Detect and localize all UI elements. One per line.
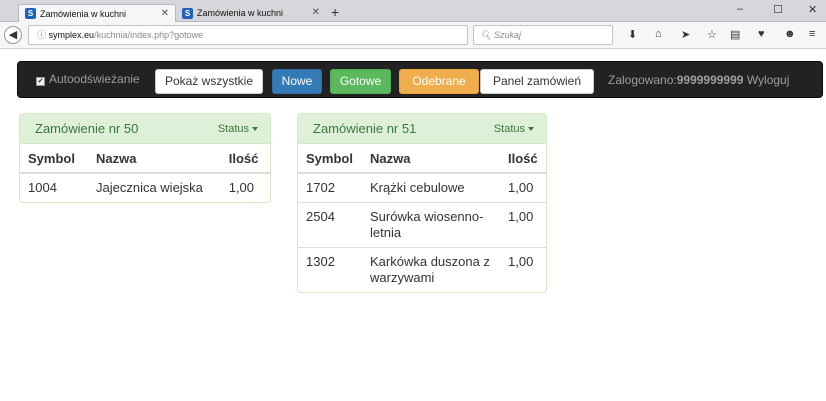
table-row: 1702 Krążki cebulowe 1,00 xyxy=(298,172,546,203)
status-dropdown[interactable]: Status xyxy=(218,123,258,135)
caret-down-icon xyxy=(252,127,258,132)
table-row: 2504 Surówka wiosenno-letnia 1,00 xyxy=(298,202,546,248)
browser-tab-2[interactable]: S Zamówienia w kuchni ✕ xyxy=(176,4,326,22)
column-header-symbol: Symbol xyxy=(298,144,362,174)
browser-navigation-bar: ◀ ⓘ symplex.eu/kuchnia/index.php?gotowe … xyxy=(0,22,826,49)
site-favicon-icon: S xyxy=(25,8,36,19)
status-dropdown[interactable]: Status xyxy=(494,123,534,135)
table-row: 1302 Karkówka duszona z warzywami 1,00 xyxy=(298,247,546,292)
order-items-table: Symbol Nazwa Ilość 1702 Krążki cebulowe … xyxy=(298,144,546,292)
search-icon: 🔍︎ xyxy=(480,30,492,40)
cell-qty: 1,00 xyxy=(500,202,546,248)
url-path: /kuchnia/index.php?gotowe xyxy=(94,30,204,40)
bookmark-star-icon[interactable]: ☆ xyxy=(707,28,717,41)
table-header-row: Symbol Nazwa Ilość xyxy=(298,144,546,174)
autorefresh-label: Autoodświeżanie xyxy=(49,72,140,86)
maximize-icon[interactable]: ☐ xyxy=(773,3,783,16)
order-title: Zamówienie nr 50 xyxy=(35,121,139,136)
browser-tab-bar: S Zamówienia w kuchni ✕ S Zamówienia w k… xyxy=(0,0,826,22)
download-icon[interactable]: ⬇ xyxy=(628,28,637,41)
extension-icon[interactable]: ☻ xyxy=(784,28,796,40)
status-label: Status xyxy=(493,123,525,135)
collected-orders-button[interactable]: Odebrane xyxy=(399,69,479,94)
order-items-table: Symbol Nazwa Ilość 1004 Jajecznica wiejs… xyxy=(20,144,270,202)
cell-name: Jajecznica wiejska xyxy=(87,172,221,202)
cell-qty: 1,00 xyxy=(500,247,546,292)
cell-symbol: 1702 xyxy=(298,172,362,203)
status-label: Status xyxy=(217,123,249,135)
minimize-icon[interactable]: – xyxy=(737,3,743,15)
reading-list-icon[interactable]: ▤ xyxy=(730,28,740,41)
checkbox-checked-icon[interactable]: ✔ xyxy=(36,77,45,86)
address-bar[interactable]: ⓘ symplex.eu/kuchnia/index.php?gotowe ↻ xyxy=(28,25,486,45)
cell-name: Surówka wiosenno-letnia xyxy=(362,202,500,248)
show-all-button[interactable]: Pokaż wszystkie xyxy=(155,69,263,94)
cell-qty: 1,00 xyxy=(220,172,270,202)
panel-heading: Zamówienie nr 50 Status xyxy=(20,114,270,144)
cell-qty: 1,00 xyxy=(500,172,546,203)
column-header-qty: Ilość xyxy=(220,144,270,174)
order-panel-50: Zamówienie nr 50 Status Symbol Nazwa Ilo… xyxy=(19,113,271,203)
table-row: 1004 Jajecznica wiejska 1,00 xyxy=(20,172,270,202)
menu-hamburger-icon[interactable]: ≡ xyxy=(809,28,815,40)
url-host: symplex.eu xyxy=(48,30,95,40)
order-title: Zamówienie nr 51 xyxy=(313,121,417,136)
cell-symbol: 2504 xyxy=(298,202,362,248)
column-header-name: Nazwa xyxy=(87,144,221,174)
back-arrow-icon[interactable]: ◀ xyxy=(4,26,22,44)
column-header-symbol: Symbol xyxy=(20,144,88,174)
column-header-qty: Ilość xyxy=(500,144,546,174)
new-tab-button[interactable]: + xyxy=(331,4,339,20)
close-window-icon[interactable]: ✕ xyxy=(808,3,817,16)
cell-name: Krążki cebulowe xyxy=(362,172,500,203)
login-status: Zalogowano:9999999999 Wyloguj xyxy=(608,73,789,87)
panel-heading: Zamówienie nr 51 Status xyxy=(298,114,546,144)
autorefresh-toggle[interactable]: ✔ Autoodświeżanie xyxy=(36,72,140,86)
close-tab-icon[interactable]: ✕ xyxy=(312,7,320,18)
caret-down-icon xyxy=(528,127,534,132)
column-header-name: Nazwa xyxy=(362,144,500,174)
send-icon[interactable]: ➤ xyxy=(681,28,690,41)
info-icon[interactable]: ⓘ xyxy=(37,30,46,40)
close-tab-icon[interactable]: ✕ xyxy=(161,8,169,19)
search-placeholder: Szukaj xyxy=(493,30,521,40)
ready-orders-button[interactable]: Gotowe xyxy=(330,69,391,94)
table-header-row: Symbol Nazwa Ilość xyxy=(20,144,270,174)
browser-tab-1[interactable]: S Zamówienia w kuchni ✕ xyxy=(18,4,176,22)
logout-link[interactable]: Wyloguj xyxy=(747,73,790,87)
order-panel-51: Zamówienie nr 51 Status Symbol Nazwa Ilo… xyxy=(297,113,547,293)
login-prefix: Zalogowano: xyxy=(608,73,677,87)
tab-title: Zamówienia w kuchni xyxy=(40,8,127,19)
site-favicon-icon: S xyxy=(182,7,193,19)
pocket-icon[interactable]: ♥ xyxy=(758,28,765,40)
app-navbar: ✔ Autoodświeżanie Pokaż wszystkie Nowe Go… xyxy=(17,61,823,98)
order-panel-button[interactable]: Panel zamówień xyxy=(480,69,594,94)
cell-symbol: 1302 xyxy=(298,247,362,292)
tab-title: Zamówienia w kuchni xyxy=(197,8,284,18)
login-user: 9999999999 xyxy=(676,73,744,87)
home-icon[interactable]: ⌂ xyxy=(655,28,662,40)
cell-name: Karkówka duszona z warzywami xyxy=(362,247,500,292)
new-orders-button[interactable]: Nowe xyxy=(272,69,322,94)
cell-symbol: 1004 xyxy=(20,172,88,202)
search-input[interactable]: 🔍︎ Szukaj xyxy=(473,25,613,45)
